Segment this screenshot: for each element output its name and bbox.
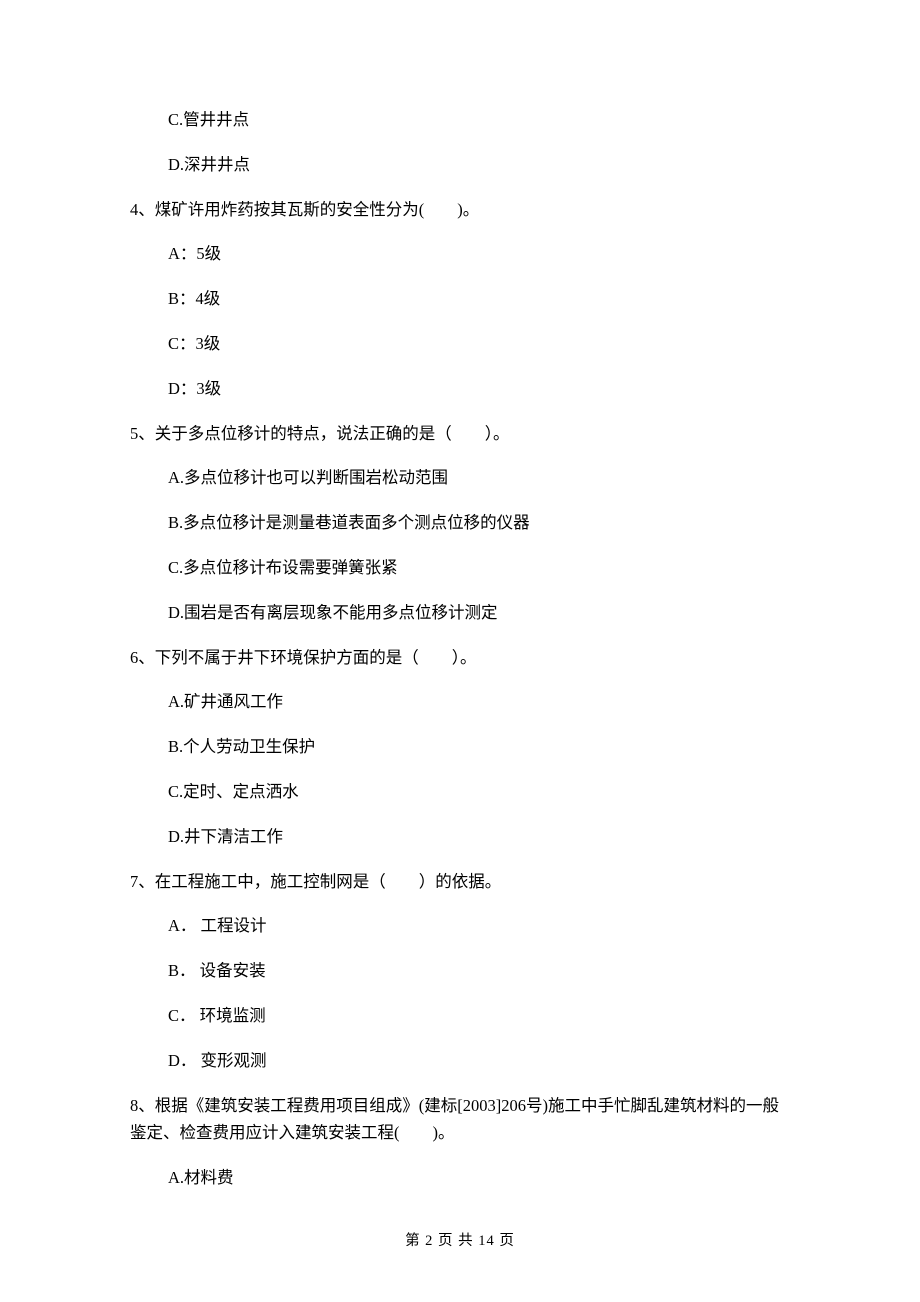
document-page: C.管井井点 D.深井井点 4、煤矿许用炸药按其瓦斯的安全性分为( )。 A：5…: [0, 0, 920, 1302]
question-stem-line: 鉴定、检查费用应计入建筑安装工程( )。: [130, 1123, 790, 1143]
option-text: A． 工程设计: [168, 916, 790, 936]
option-text: B.个人劳动卫生保护: [168, 737, 790, 757]
option-text: B． 设备安装: [168, 961, 790, 981]
option-text: B.多点位移计是测量巷道表面多个测点位移的仪器: [168, 513, 790, 533]
option-text: A：5级: [168, 244, 790, 264]
option-text: D． 变形观测: [168, 1051, 790, 1071]
question-stem: 7、在工程施工中，施工控制网是（ ）的依据。: [130, 872, 790, 892]
option-text: C：3级: [168, 334, 790, 354]
option-text: D：3级: [168, 379, 790, 399]
option-text: D.深井井点: [168, 155, 790, 175]
page-footer: 第 2 页 共 14 页: [0, 1229, 920, 1250]
option-text: A.材料费: [168, 1168, 790, 1188]
question-stem: 5、关于多点位移计的特点，说法正确的是（ ）。: [130, 424, 790, 444]
question-stem-line: 8、根据《建筑安装工程费用项目组成》(建标[2003]206号)施工中手忙脚乱建…: [130, 1096, 790, 1116]
option-text: C． 环境监测: [168, 1006, 790, 1026]
option-text: C.定时、定点洒水: [168, 782, 790, 802]
option-text: A.矿井通风工作: [168, 692, 790, 712]
question-stem: 6、下列不属于井下环境保护方面的是（ ）。: [130, 648, 790, 668]
option-text: A.多点位移计也可以判断围岩松动范围: [168, 468, 790, 488]
option-text: B：4级: [168, 289, 790, 309]
option-text: D.井下清洁工作: [168, 827, 790, 847]
question-stem: 4、煤矿许用炸药按其瓦斯的安全性分为( )。: [130, 200, 790, 220]
option-text: D.围岩是否有离层现象不能用多点位移计测定: [168, 603, 790, 623]
option-text: C.多点位移计布设需要弹簧张紧: [168, 558, 790, 578]
option-text: C.管井井点: [168, 110, 790, 130]
